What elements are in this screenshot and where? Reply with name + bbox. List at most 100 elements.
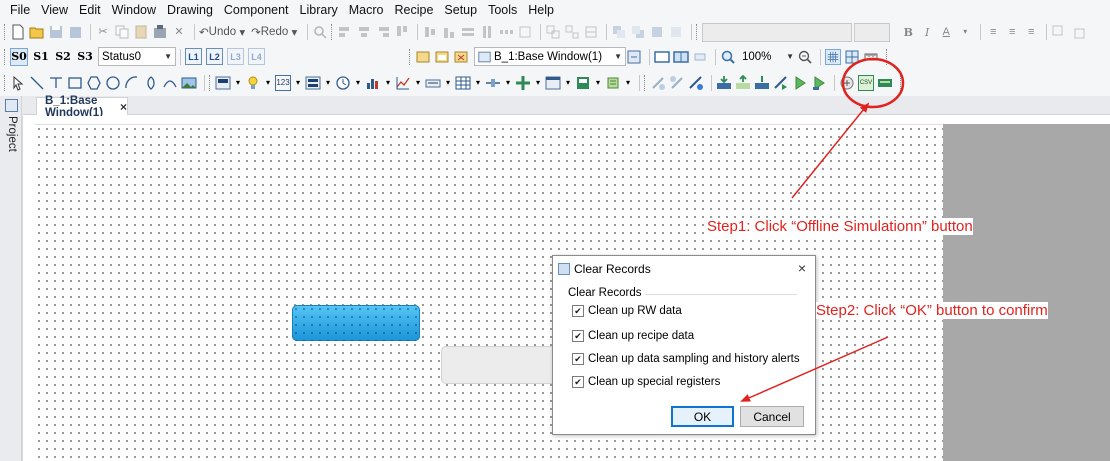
toolbar-grip[interactable] xyxy=(209,74,212,91)
trend-icon[interactable] xyxy=(395,75,411,91)
save-all-icon[interactable] xyxy=(67,24,83,40)
ungroup-icon[interactable] xyxy=(564,24,580,40)
new-window-icon[interactable] xyxy=(415,49,431,65)
dropdown-arrow-icon[interactable]: ▾ xyxy=(384,75,392,91)
keyboard-icon[interactable] xyxy=(425,75,441,91)
compile-all-icon[interactable] xyxy=(669,75,685,91)
alarm-icon[interactable] xyxy=(575,75,591,91)
layer-l4-button[interactable]: L4 xyxy=(248,48,265,65)
cut-icon[interactable]: ✂ xyxy=(95,24,111,40)
font-name-select[interactable] xyxy=(702,22,853,42)
bring-front-icon[interactable] xyxy=(611,24,627,40)
picture-icon[interactable] xyxy=(181,75,197,91)
align-middle-icon[interactable] xyxy=(422,24,438,40)
same-width-icon[interactable] xyxy=(460,24,476,40)
offline-simulation-icon[interactable] xyxy=(773,75,789,91)
align-bottom-icon[interactable] xyxy=(441,24,457,40)
plc-icon[interactable] xyxy=(877,75,893,91)
zoom-in-text-icon[interactable] xyxy=(1051,24,1067,40)
word-button-icon[interactable] xyxy=(305,75,321,91)
line-icon[interactable] xyxy=(29,75,45,91)
menu-component[interactable]: Component xyxy=(224,3,289,17)
cancel-button[interactable]: Cancel xyxy=(740,406,804,427)
layer-l1-button[interactable]: L1 xyxy=(185,48,202,65)
center-icon[interactable] xyxy=(517,24,533,40)
zoom-out-text-icon[interactable] xyxy=(1070,24,1086,40)
zoom-out-icon[interactable] xyxy=(797,49,813,65)
new-file-icon[interactable] xyxy=(10,24,26,40)
toolbar-grip[interactable] xyxy=(4,74,7,91)
bar-graph-icon[interactable] xyxy=(365,75,381,91)
menu-window[interactable]: Window xyxy=(112,3,156,17)
screen-icon[interactable] xyxy=(654,49,670,65)
menu-view[interactable]: View xyxy=(41,3,68,17)
dropdown-arrow-icon[interactable]: ▾ xyxy=(414,75,422,91)
align-left-edge-icon[interactable] xyxy=(337,24,353,40)
checkbox-rw-data[interactable]: ✔ xyxy=(572,305,584,317)
dropdown-arrow-icon[interactable]: ▾ xyxy=(504,75,512,91)
state-s1-button[interactable]: S1 xyxy=(32,48,50,66)
option-clean-rw-data[interactable]: ✔ Clean up RW data xyxy=(572,305,682,317)
menu-library[interactable]: Library xyxy=(300,3,338,17)
upload-icon[interactable] xyxy=(735,74,751,91)
same-height-icon[interactable] xyxy=(479,24,495,40)
offline-simulation-play-icon[interactable] xyxy=(792,75,808,91)
canvas-blue-button-object[interactable] xyxy=(292,305,420,341)
dropdown-arrow-icon[interactable]: ▾ xyxy=(474,75,482,91)
select-arrow-icon[interactable] xyxy=(10,75,26,91)
toolbar-grip[interactable] xyxy=(409,48,412,65)
ok-button[interactable]: OK xyxy=(671,406,734,427)
move-icon[interactable] xyxy=(515,75,531,91)
lock-icon[interactable] xyxy=(583,24,599,40)
menu-help[interactable]: Help xyxy=(528,3,554,17)
rectangle-icon[interactable] xyxy=(67,75,83,91)
dropdown-arrow-icon[interactable]: ▾ xyxy=(594,75,602,91)
snap-grid-icon[interactable] xyxy=(844,49,860,65)
project-tab[interactable]: Project xyxy=(6,116,18,152)
dropdown-arrow-icon[interactable]: ▾ xyxy=(534,75,542,91)
tab-base-window-1[interactable]: B_1:Base Window(1) × xyxy=(36,95,128,119)
toolbar-grip[interactable] xyxy=(331,24,334,40)
dropdown-arrow-icon[interactable]: ▾ xyxy=(264,75,272,91)
align-left-icon[interactable]: ≡ xyxy=(985,24,1001,40)
ellipse-icon[interactable] xyxy=(105,75,121,91)
open-folder-icon[interactable] xyxy=(29,24,45,40)
window-select[interactable]: B_1:Base Window(1) ▼ xyxy=(474,47,626,66)
window-properties-icon[interactable] xyxy=(626,49,642,65)
send-back-icon[interactable] xyxy=(630,24,646,40)
send-backward-icon[interactable] xyxy=(668,24,684,40)
menu-file[interactable]: File xyxy=(10,3,30,17)
toolbar-grip[interactable] xyxy=(4,48,7,65)
menu-recipe[interactable]: Recipe xyxy=(394,3,433,17)
compile-icon[interactable] xyxy=(688,75,704,91)
checkbox-sampling-alerts[interactable]: ✔ xyxy=(572,353,584,365)
align-center-edge-icon[interactable] xyxy=(356,24,372,40)
bold-icon[interactable]: B xyxy=(900,24,916,40)
dropdown-arrow-icon[interactable]: ▾ xyxy=(354,75,362,91)
window-icon[interactable] xyxy=(545,75,561,91)
screen-split-icon[interactable] xyxy=(673,49,689,65)
zoom-select[interactable]: 100% ▼ xyxy=(739,47,797,66)
open-window-icon[interactable] xyxy=(434,49,450,65)
layer-l3-button[interactable]: L3 xyxy=(227,48,244,65)
find-icon[interactable] xyxy=(312,24,328,40)
table-icon[interactable] xyxy=(455,75,471,91)
state-s2-button[interactable]: S2 xyxy=(54,48,72,66)
distribute-icon[interactable] xyxy=(498,24,514,40)
undo-button[interactable]: ↶ Undo ▾ xyxy=(199,25,245,39)
font-color-icon[interactable]: A xyxy=(938,24,954,40)
copy-icon[interactable] xyxy=(114,24,130,40)
polyline-icon[interactable] xyxy=(48,75,64,91)
toolbar-grip[interactable] xyxy=(886,48,889,65)
menu-edit[interactable]: Edit xyxy=(79,3,101,17)
italic-icon[interactable]: I xyxy=(919,24,935,40)
dropdown-icon[interactable]: ▾ xyxy=(957,24,973,40)
download-pc-icon[interactable] xyxy=(754,75,770,91)
close-window-icon[interactable] xyxy=(453,49,469,65)
recipe-icon[interactable] xyxy=(605,75,621,91)
grid-icon[interactable] xyxy=(825,48,841,65)
toolbar-grip[interactable] xyxy=(696,24,699,40)
toolbar-grip[interactable] xyxy=(900,74,903,91)
menu-macro[interactable]: Macro xyxy=(349,3,384,17)
project-panel-icon[interactable] xyxy=(5,99,18,112)
